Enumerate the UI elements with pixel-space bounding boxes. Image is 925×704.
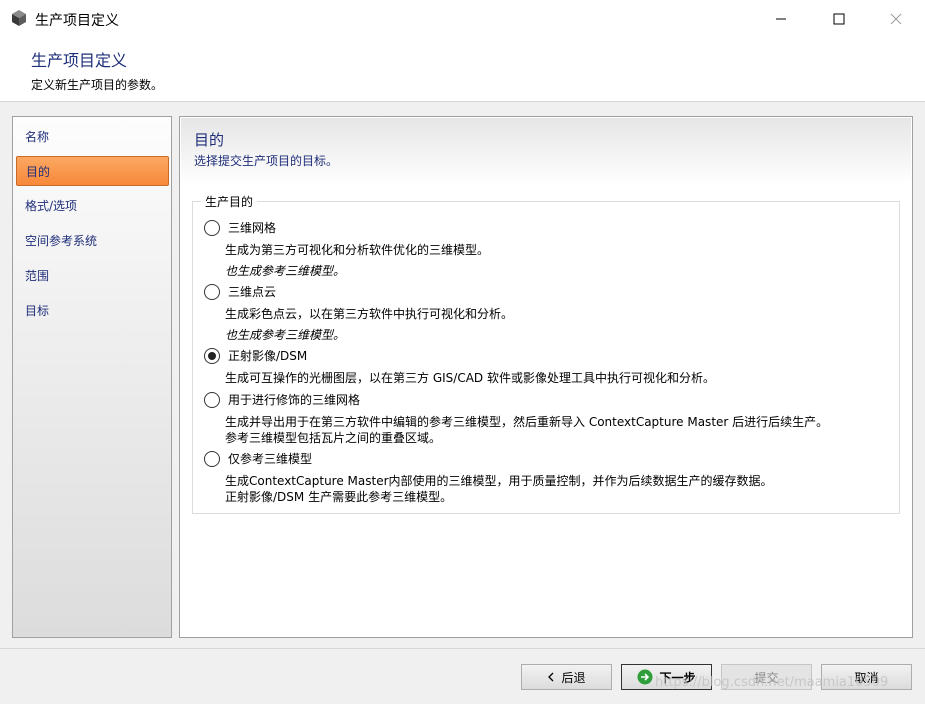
- radio-3d-mesh[interactable]: [204, 220, 220, 236]
- wizard-header: 生产项目定义 定义新生产项目的参数。: [0, 38, 925, 102]
- app-cube-icon: [10, 9, 28, 27]
- option-description: 生成可互操作的光栅图层，以在第三方 GIS/CAD 软件或影像处理工具中执行可视…: [225, 371, 715, 385]
- page-title: 目的: [194, 131, 225, 149]
- option-note: 也生成参考三维模型。: [225, 264, 346, 278]
- radio-reference-3d-model-only[interactable]: [204, 451, 220, 467]
- chevron-left-icon: [547, 672, 555, 682]
- option-description: 参考三维模型包括瓦片之间的重叠区域。: [225, 431, 442, 445]
- option-description: 生成为第三方可视化和分析软件优化的三维模型。: [225, 243, 490, 257]
- radio-orthophoto-dsm[interactable]: [204, 348, 220, 364]
- watermark-text: https://blog.csdn.net/maamia10509: [655, 675, 889, 690]
- wizard-steps-sidebar: 名称 目的 格式/选项 空间参考系统 范围 目标: [12, 116, 172, 638]
- sidebar-item-purpose[interactable]: 目的: [16, 156, 169, 186]
- option-label[interactable]: 仅参考三维模型: [228, 451, 312, 467]
- maximize-icon: [833, 13, 845, 25]
- window-title: 生产项目定义: [35, 13, 119, 29]
- purpose-groupbox: 生产目的 三维网格 生成为第三方可视化和分析软件优化的三维模型。 也生成参考三维…: [192, 193, 900, 514]
- option-description: 生成ContextCapture Master内部使用的三维模型，用于质量控制，…: [225, 474, 773, 488]
- header-subtitle: 定义新生产项目的参数。: [31, 78, 164, 92]
- minimize-button[interactable]: [752, 0, 810, 38]
- back-button-label: 后退: [561, 670, 586, 685]
- footer-divider: [0, 648, 925, 649]
- option-label[interactable]: 用于进行修饰的三维网格: [228, 392, 360, 408]
- radio-3d-mesh-retouching[interactable]: [204, 392, 220, 408]
- option-label[interactable]: 正射影像/DSM: [228, 348, 307, 364]
- groupbox-label: 生产目的: [201, 193, 258, 210]
- option-label[interactable]: 三维点云: [228, 284, 276, 300]
- option-description: 正射影像/DSM 生产需要此参考三维模型。: [225, 490, 453, 504]
- title-bar: 生产项目定义: [0, 0, 925, 38]
- radio-3d-point-cloud[interactable]: [204, 284, 220, 300]
- maximize-button[interactable]: [810, 0, 868, 38]
- arrow-right-circle-icon: [637, 669, 653, 685]
- main-panel-header: 目的 选择提交生产项目的目标。: [181, 118, 911, 184]
- sidebar-item-format-options[interactable]: 格式/选项: [16, 191, 169, 221]
- sidebar-item-name[interactable]: 名称: [16, 122, 169, 152]
- main-panel: 目的 选择提交生产项目的目标。 生产目的 三维网格 生成为第三方可视化和分析软件…: [179, 116, 913, 638]
- option-description: 生成彩色点云，以在第三方软件中执行可视化和分析。: [225, 307, 514, 321]
- close-icon: [890, 13, 902, 25]
- page-subtitle: 选择提交生产项目的目标。: [194, 154, 339, 168]
- header-title: 生产项目定义: [31, 51, 128, 70]
- sidebar-item-spatial-reference[interactable]: 空间参考系统: [16, 226, 169, 256]
- close-button[interactable]: [867, 0, 925, 38]
- option-description: 生成并导出用于在第三方软件中编辑的参考三维模型，然后重新导入 ContextCa…: [225, 415, 829, 429]
- minimize-icon: [776, 18, 786, 20]
- back-button[interactable]: 后退: [521, 664, 612, 690]
- sidebar-item-extent[interactable]: 范围: [16, 261, 169, 291]
- option-label[interactable]: 三维网格: [228, 220, 276, 236]
- option-note: 也生成参考三维模型。: [225, 328, 346, 342]
- sidebar-item-target[interactable]: 目标: [16, 296, 169, 326]
